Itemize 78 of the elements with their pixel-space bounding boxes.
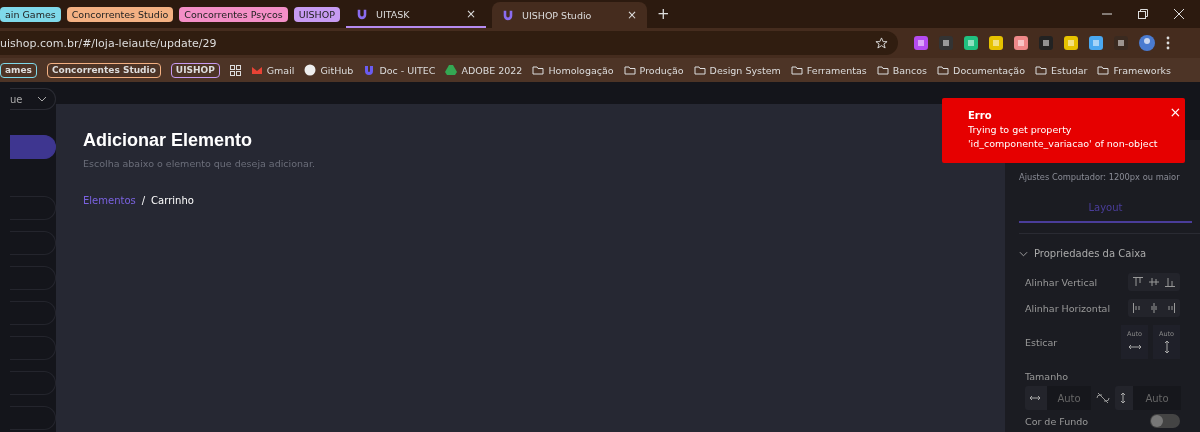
bookmark[interactable]: Ferramentas (790, 64, 867, 76)
bookmark[interactable]: Doc - UITEC (363, 64, 436, 76)
bookmark[interactable]: Bancos (876, 64, 928, 76)
bookmark[interactable]: Estudar (1035, 64, 1088, 76)
extension-icon[interactable] (989, 36, 1003, 50)
property-label: Alinhar Vertical (1025, 276, 1098, 288)
bookmark-icon (445, 64, 458, 76)
app-icon (355, 8, 368, 20)
tab-title: UITASK (375, 8, 411, 20)
bookmark[interactable]: ADOBE 2022 (445, 64, 523, 76)
tab-group[interactable]: UISHOP (293, 6, 340, 22)
bookmark[interactable]: Design System (693, 64, 781, 76)
property-label: Alinhar Horizontal (1025, 302, 1111, 314)
bookmark[interactable]: Produção (623, 64, 684, 76)
tab-group[interactable]: ain Games (0, 6, 61, 22)
toggle-switch[interactable] (1150, 414, 1180, 428)
extension-icon[interactable] (964, 36, 978, 50)
extension-icon[interactable] (1039, 36, 1053, 50)
folder-icon (623, 64, 636, 76)
property-label: Esticar (1025, 336, 1058, 348)
close-icon[interactable]: × (626, 8, 637, 22)
extension-icon[interactable] (1114, 36, 1128, 50)
breadcrumb-current: Carrinho (151, 195, 194, 206)
bookmark-icon (250, 64, 263, 76)
breadcrumb-separator: / (141, 195, 146, 206)
extension-icon[interactable] (939, 36, 953, 50)
section-title[interactable]: Propriedades da Caixa (1034, 248, 1147, 259)
unlink-icon[interactable] (1096, 392, 1110, 404)
chevron-down-icon[interactable] (1019, 250, 1028, 257)
toast-message: Trying to get property (968, 124, 1073, 135)
extension-icon[interactable] (914, 36, 928, 50)
bookmark-group[interactable]: Concorrentes Studio (46, 62, 161, 78)
menu-icon[interactable] (1166, 36, 1170, 50)
panel-subtitle: Ajustes Computador: 1200px ou maior (1019, 172, 1181, 182)
bookmark[interactable]: Documentação (937, 64, 1025, 76)
toast-message: 'id_componente_variacao' of non-object (968, 138, 1158, 149)
tab-group[interactable]: Concorrentes Studio (66, 6, 174, 22)
property-label: Tamanho (1024, 370, 1069, 384)
close-icon[interactable]: × (1169, 104, 1182, 120)
extension-icon[interactable] (1064, 36, 1078, 50)
chevron-down-icon (37, 96, 47, 102)
url-text: uishop.com.br/#/loja-leiaute/update/29 (0, 36, 217, 50)
folder-icon (532, 64, 545, 76)
close-icon[interactable] (1174, 9, 1184, 19)
bookmark[interactable]: Homologação (532, 64, 614, 76)
bookmark-icon (363, 64, 376, 76)
bookmark[interactable]: GitHub (304, 64, 354, 76)
app-icon (501, 9, 514, 21)
tab-group[interactable]: Concorrentes Psycos (179, 6, 288, 22)
extension-icon[interactable] (1014, 36, 1028, 50)
horizontal-arrow-icon (1029, 394, 1041, 402)
toast-title: Erro (968, 110, 993, 121)
folder-icon (790, 64, 803, 76)
star-icon[interactable] (875, 36, 888, 50)
bookmark-group[interactable]: ames (0, 62, 37, 78)
property-label: Cor de Fundo (1025, 415, 1089, 427)
bookmark[interactable]: Gmail (250, 64, 295, 76)
apps-icon[interactable] (229, 64, 241, 76)
folder-icon (693, 64, 706, 76)
alignment-buttons[interactable] (1128, 299, 1180, 317)
close-icon[interactable]: × (465, 7, 476, 21)
modal-subtitle: Escolha abaixo o elemento que deseja adicionar. (83, 158, 316, 169)
browser-tab[interactable]: UISHOP Studio × (491, 2, 647, 28)
folder-icon (937, 64, 950, 76)
tab-title: UISHOP Studio (521, 9, 593, 21)
new-tab-button[interactable]: + (656, 5, 670, 23)
bookmark-icon (304, 64, 317, 76)
address-bar[interactable]: uishop.com.br/#/loja-leiaute/update/29 (0, 31, 898, 55)
alignment-buttons[interactable] (1128, 273, 1180, 291)
restore-icon[interactable] (1138, 9, 1148, 19)
avatar-icon[interactable] (1139, 35, 1155, 51)
folder-icon (1097, 64, 1110, 76)
bookmark[interactable]: Frameworks (1097, 64, 1171, 76)
folder-icon (1035, 64, 1047, 76)
bookmark-group[interactable]: UISHOP (170, 62, 220, 78)
folder-icon (876, 64, 889, 76)
extension-icon[interactable] (1089, 36, 1103, 50)
vertical-arrow-icon (1119, 392, 1127, 404)
